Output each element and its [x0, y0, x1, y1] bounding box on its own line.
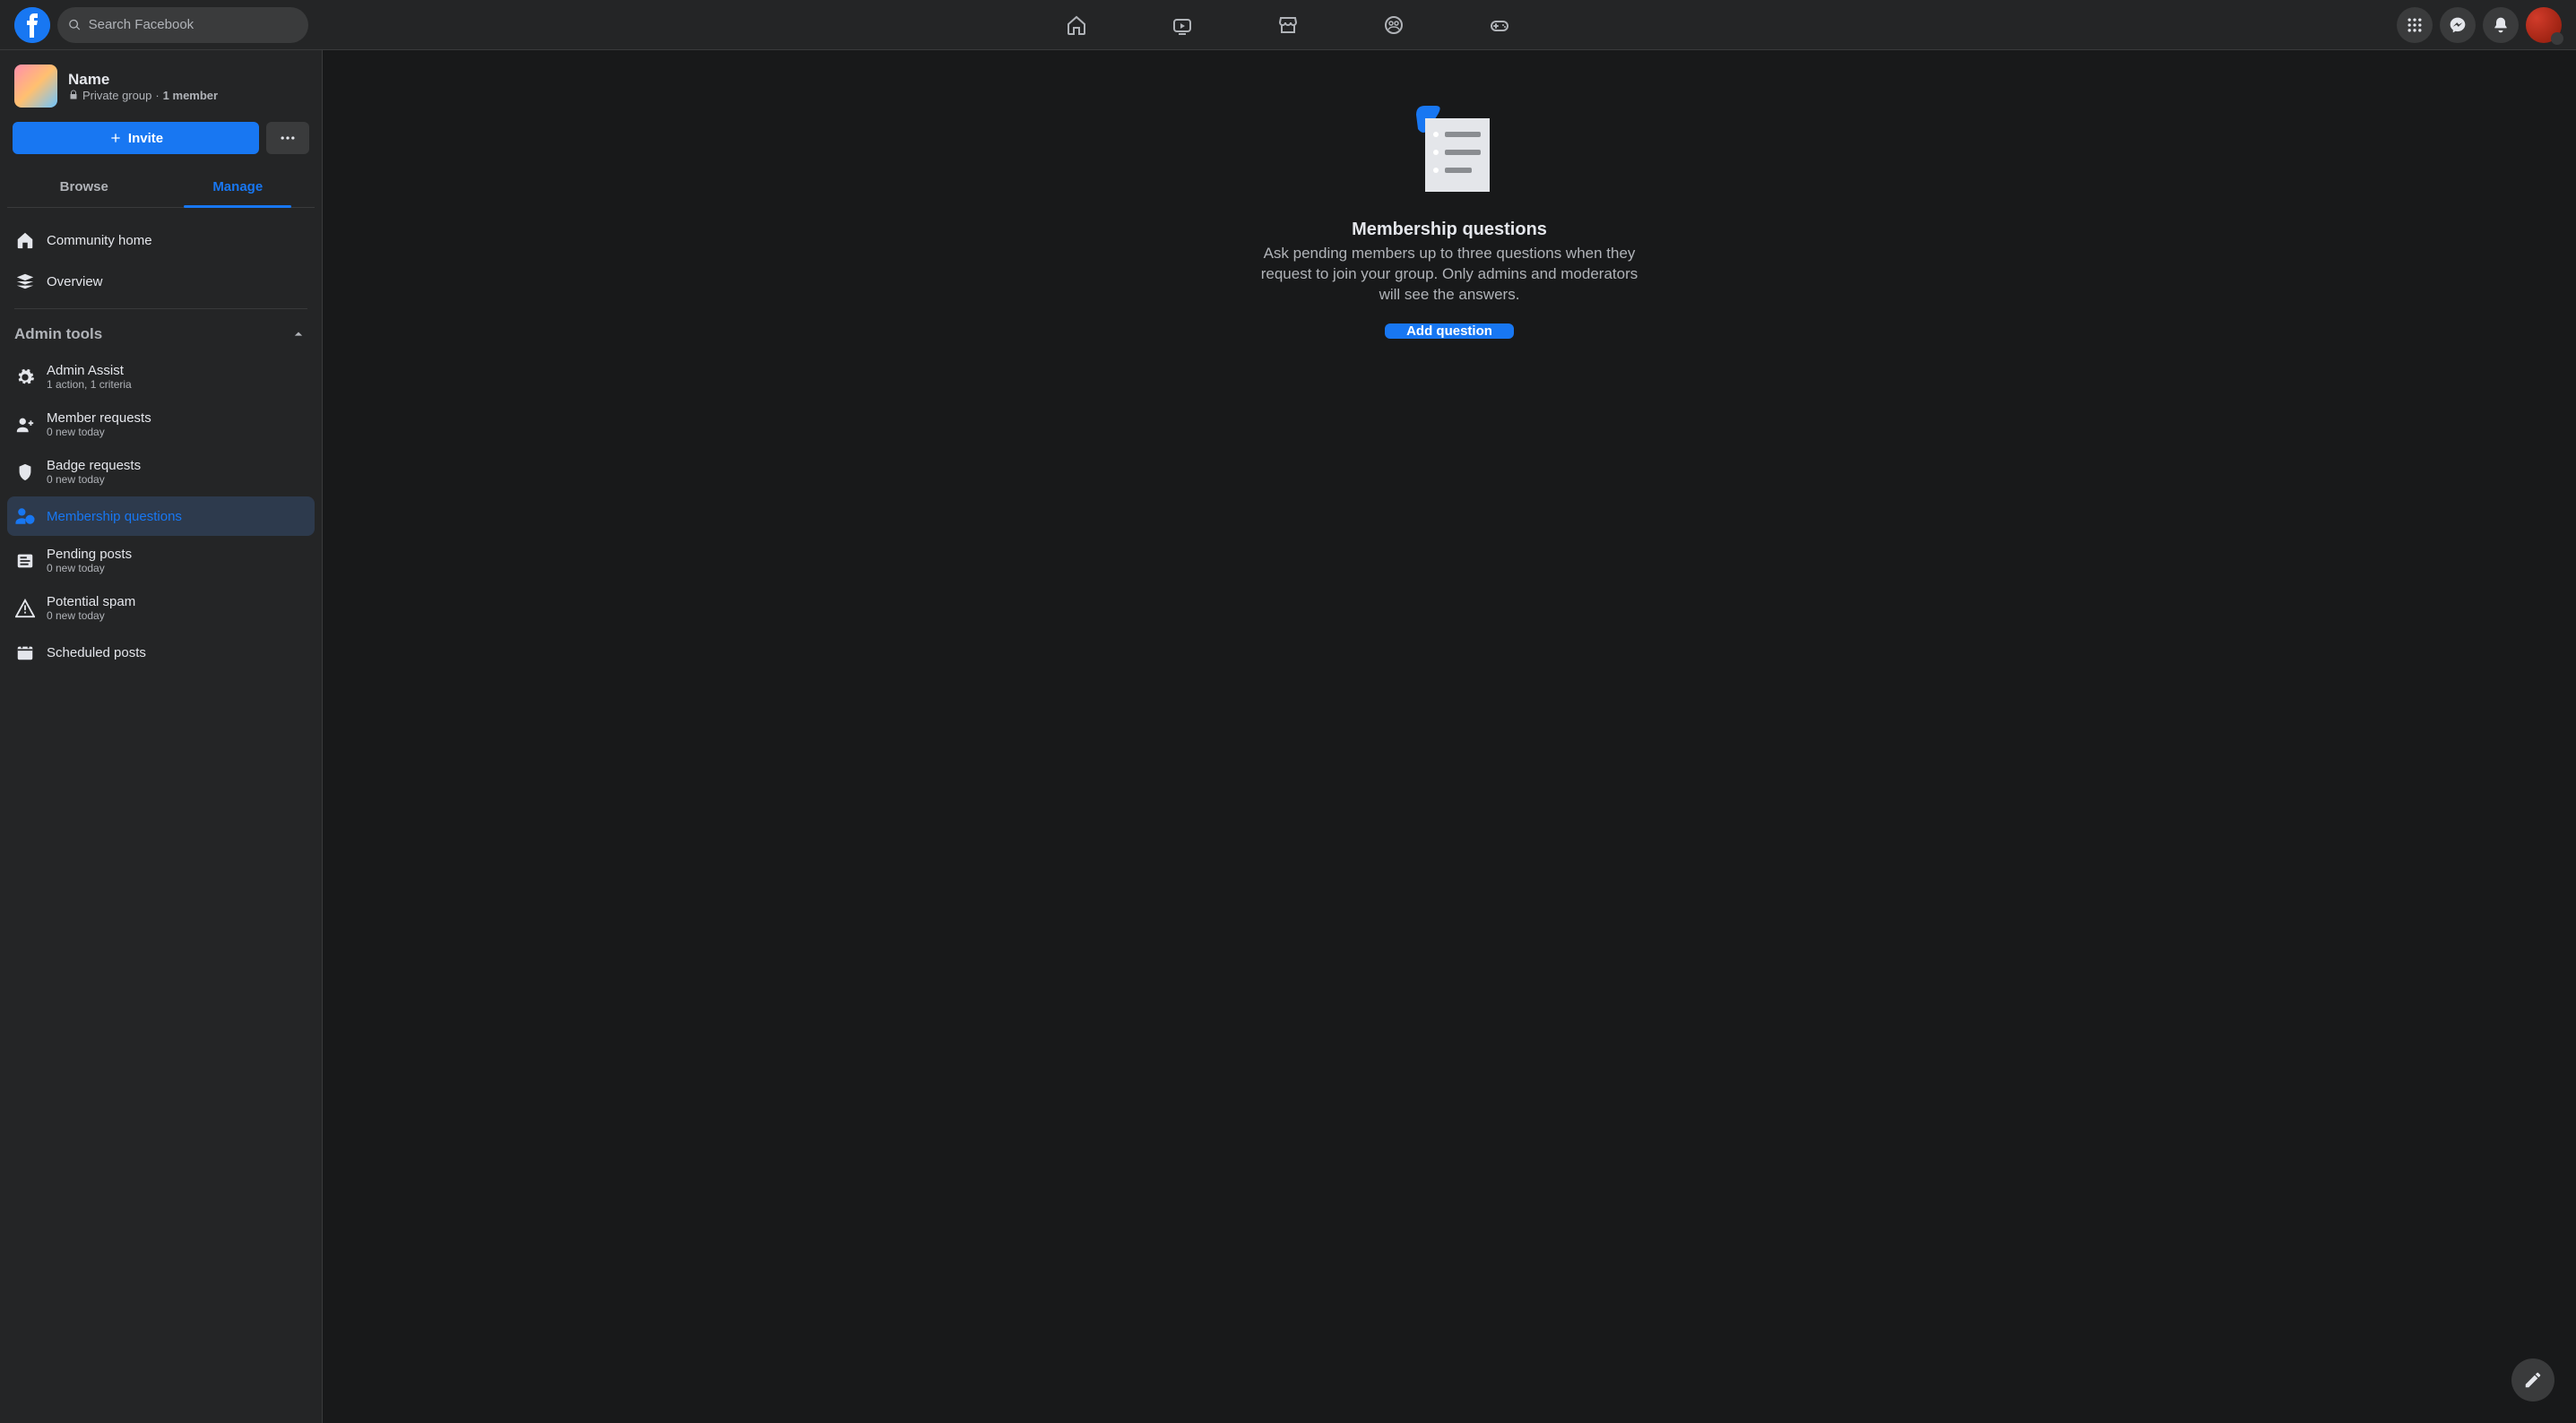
- add-question-button[interactable]: Add question: [1385, 323, 1514, 339]
- notifications-icon[interactable]: [2483, 7, 2519, 43]
- group-cover-thumbnail: [14, 65, 57, 108]
- group-header[interactable]: Name Private group · 1 member: [7, 65, 315, 118]
- badge-icon: [14, 461, 36, 483]
- admin-tools-header[interactable]: Admin tools: [7, 316, 315, 352]
- search-input[interactable]: [89, 17, 298, 32]
- overview-icon: [14, 271, 36, 292]
- group-meta: Private group · 1 member: [68, 89, 218, 102]
- home-icon: [14, 229, 36, 251]
- sidebar: Name Private group · 1 member Invite Bro…: [0, 50, 323, 1423]
- calendar-icon: [14, 642, 36, 663]
- person-add-icon: [14, 414, 36, 436]
- top-nav: [1027, 4, 1549, 47]
- sidebar-item-member-requests[interactable]: Member requests 0 new today: [7, 401, 315, 447]
- sidebar-item-community-home[interactable]: Community home: [7, 220, 315, 260]
- sidebar-item-pending-posts[interactable]: Pending posts 0 new today: [7, 538, 315, 583]
- page-title: Membership questions: [1352, 220, 1547, 240]
- sidebar-item-scheduled-posts[interactable]: Scheduled posts: [7, 633, 315, 672]
- tab-manage[interactable]: Manage: [161, 167, 316, 207]
- invite-button[interactable]: Invite: [13, 122, 259, 154]
- person-question-icon: ?: [14, 505, 36, 527]
- group-name: Name: [68, 71, 218, 89]
- account-avatar[interactable]: [2526, 7, 2562, 43]
- ellipsis-icon: [279, 129, 297, 147]
- lock-icon: [68, 90, 79, 100]
- search-icon: [68, 18, 82, 32]
- top-nav-home[interactable]: [1027, 4, 1126, 47]
- compose-fab[interactable]: [2511, 1358, 2554, 1401]
- sidebar-item-badge-requests[interactable]: Badge requests 0 new today: [7, 449, 315, 495]
- empty-state-illustration: [1400, 104, 1499, 198]
- sidebar-item-membership-questions[interactable]: ? Membership questions: [7, 496, 315, 536]
- post-icon: [14, 550, 36, 572]
- plus-icon: [108, 131, 123, 145]
- topbar: [0, 0, 2576, 50]
- tab-browse[interactable]: Browse: [7, 167, 161, 207]
- edit-icon: [2523, 1370, 2543, 1390]
- top-nav-gaming[interactable]: [1450, 4, 1549, 47]
- warning-icon: [14, 598, 36, 619]
- top-nav-watch[interactable]: [1133, 4, 1232, 47]
- facebook-logo[interactable]: [14, 7, 50, 43]
- sidebar-item-overview[interactable]: Overview: [7, 262, 315, 301]
- search-input-container[interactable]: [57, 7, 308, 43]
- gear-assist-icon: [14, 367, 36, 388]
- sidebar-item-potential-spam[interactable]: Potential spam 0 new today: [7, 585, 315, 631]
- chevron-up-icon: [290, 325, 307, 343]
- messenger-icon[interactable]: [2440, 7, 2476, 43]
- more-actions-button[interactable]: [266, 122, 309, 154]
- page-description: Ask pending members up to three question…: [1252, 244, 1647, 306]
- menu-grid-icon[interactable]: [2397, 7, 2433, 43]
- svg-text:?: ?: [29, 517, 32, 523]
- top-nav-marketplace[interactable]: [1239, 4, 1337, 47]
- main-content: Membership questions Ask pending members…: [323, 50, 2576, 1423]
- top-nav-groups[interactable]: [1344, 4, 1443, 47]
- sidebar-item-admin-assist[interactable]: Admin Assist 1 action, 1 criteria: [7, 354, 315, 400]
